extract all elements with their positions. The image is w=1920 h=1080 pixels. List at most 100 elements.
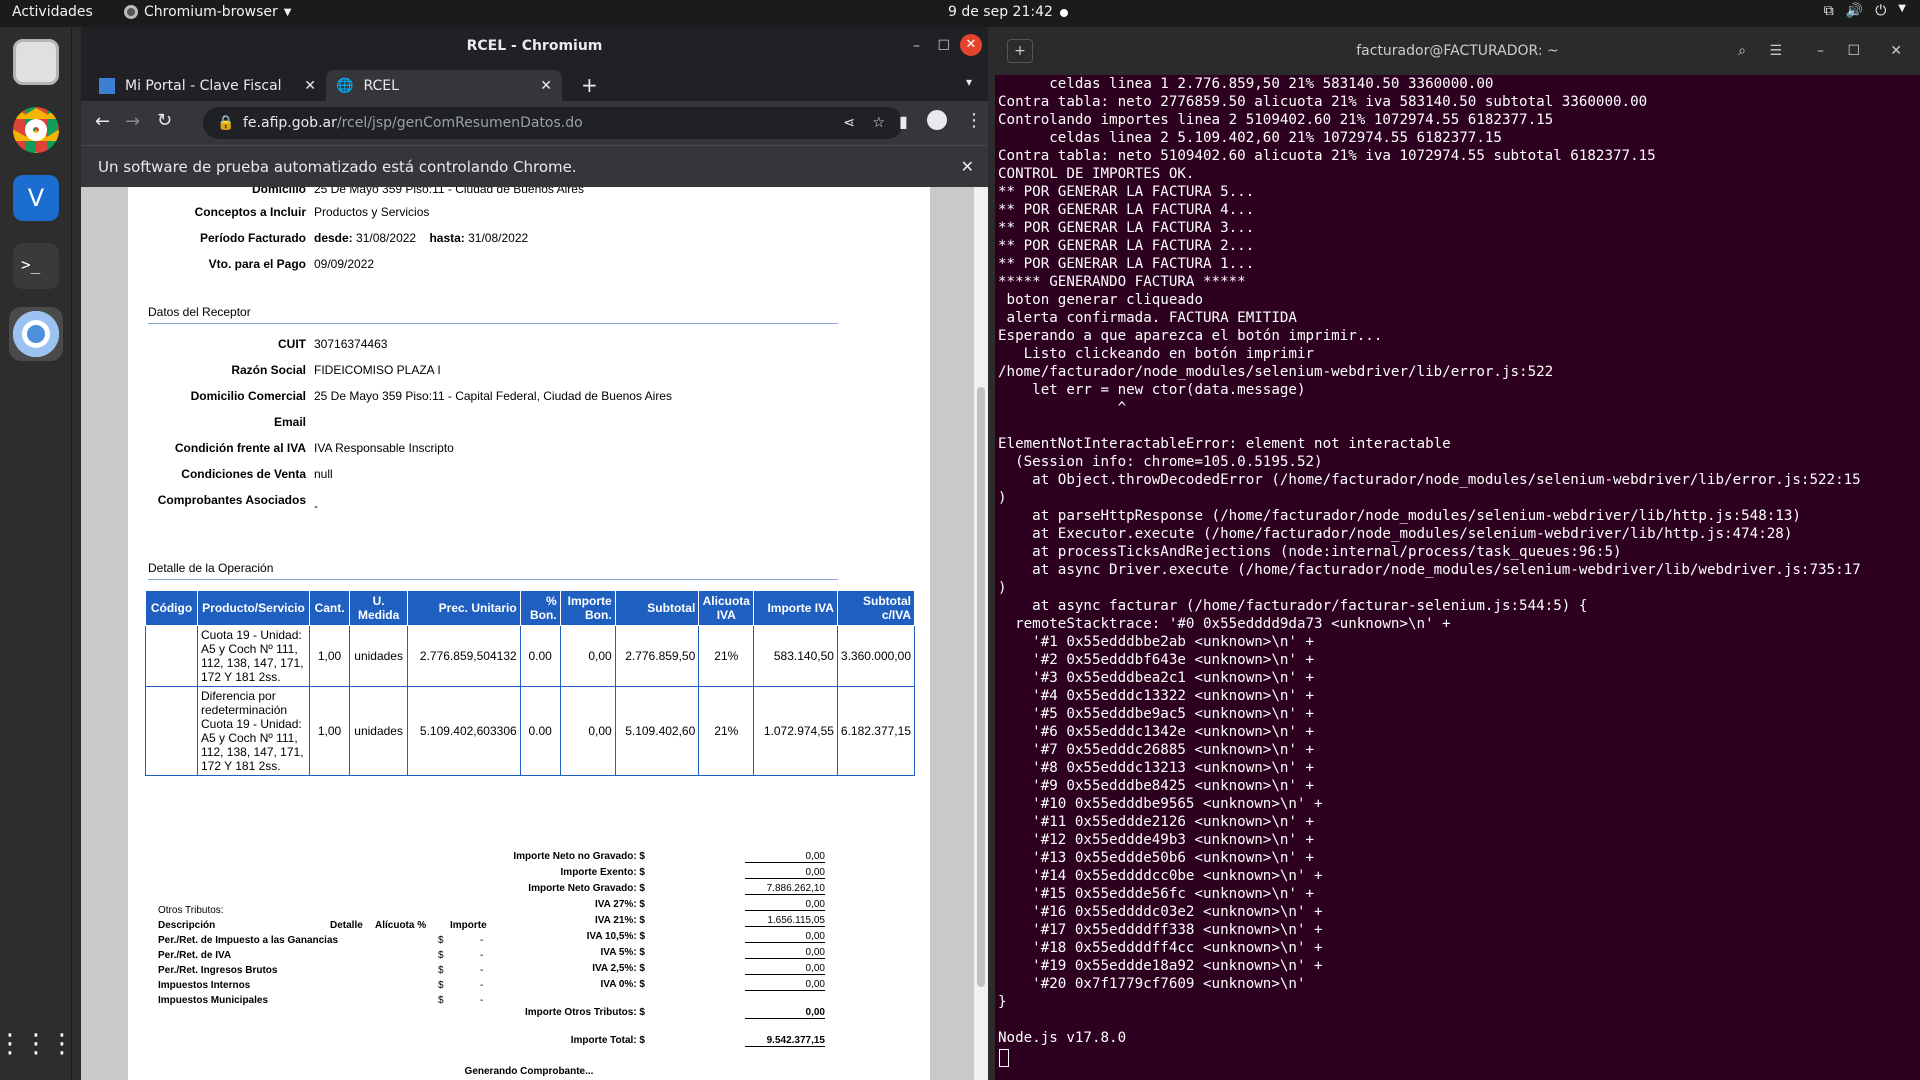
cell-subtotal-iva: 6.182.377,15 xyxy=(836,686,916,776)
reload-button[interactable]: ↻ xyxy=(157,110,172,131)
total-value: 0,00 xyxy=(745,931,825,943)
cell-importe-iva: 583.140,50 xyxy=(753,625,838,687)
otros-row-desc: Impuestos Internos xyxy=(158,980,251,991)
new-tab-button[interactable]: + xyxy=(581,73,598,97)
close-tab-icon[interactable]: ✕ xyxy=(540,78,552,94)
total-value: 0,00 xyxy=(745,867,825,879)
dock-chrome[interactable] xyxy=(9,103,63,157)
grand-total-value: 9.542.377,15 xyxy=(745,1035,825,1047)
back-button[interactable]: ← xyxy=(95,111,110,132)
domicilio-value: 25 De Mayo 359 Piso:11 - Ciudad de Bueno… xyxy=(314,187,584,196)
vertical-scrollbar[interactable] xyxy=(974,187,988,1080)
window-titlebar[interactable]: RCEL - Chromium – ☐ ✕ xyxy=(81,27,988,65)
terminal-titlebar[interactable]: + facturador@FACTURADOR: ~ ⌕ ☰ – ☐ ✕ xyxy=(995,27,1920,75)
close-infobar-button[interactable]: ✕ xyxy=(961,146,974,188)
total-label: Importe Neto Gravado: $ xyxy=(528,883,645,894)
globe-icon: 🌐 xyxy=(336,77,354,94)
otros-row-cur: $ xyxy=(438,935,444,946)
otros-row-val: - xyxy=(480,965,484,976)
scrollbar-thumb[interactable] xyxy=(977,387,985,987)
show-apps-button[interactable]: ⋮⋮⋮ xyxy=(0,1017,75,1071)
otros-row-cur: $ xyxy=(438,950,444,961)
terminal-icon: >_ xyxy=(13,243,59,289)
lock-icon: 🔒 xyxy=(217,115,235,131)
menu-icon[interactable]: ⋮ xyxy=(965,110,983,131)
search-icon[interactable]: ⌕ xyxy=(1738,27,1746,75)
periodo-label: Período Facturado xyxy=(199,231,306,245)
share-icon[interactable]: ⋖ xyxy=(843,107,855,139)
cell-bon: 0.00 xyxy=(519,686,561,776)
chromium-window: RCEL - Chromium – ☐ ✕ Mi Portal - Clave … xyxy=(81,27,988,1080)
terminal-cursor xyxy=(999,1049,1009,1067)
total-label: Importe Exento: $ xyxy=(560,867,645,878)
star-icon[interactable]: ☆ xyxy=(872,107,885,139)
profile-icon[interactable] xyxy=(927,110,947,130)
clock[interactable]: 9 de sep 21:42 xyxy=(948,4,1053,20)
volume-icon: 🔊 xyxy=(1845,3,1864,19)
grand-total-label: Importe Total: $ xyxy=(570,1035,645,1046)
otros-row-cur: $ xyxy=(438,965,444,976)
col-header: Importe IVA xyxy=(753,590,838,626)
cell-alicuota: 21% xyxy=(698,625,755,687)
col-header: Subtotal c/IVA xyxy=(836,590,916,626)
close-button[interactable]: ✕ xyxy=(960,34,982,56)
url-path: /rcel/jsp/genComResumenDatos.do xyxy=(336,115,583,131)
minimize-button[interactable]: – xyxy=(1817,27,1824,75)
cell-medida: unidades xyxy=(349,686,409,776)
tab-search-icon[interactable]: ▾ xyxy=(966,75,972,89)
url-host: fe.afip.gob.ar xyxy=(243,115,337,131)
comprobantes-value: - xyxy=(314,499,318,513)
condiciones-venta-value: null xyxy=(314,467,333,481)
tab-label: Mi Portal - Clave Fiscal xyxy=(125,77,282,94)
address-bar[interactable]: 🔒 fe.afip.gob.ar/rcel/jsp/genComResumenD… xyxy=(203,107,903,139)
otros-col-detalle: Detalle xyxy=(330,920,363,931)
app-menu[interactable]: Chromium-browser ▼ xyxy=(124,4,291,20)
otros-row-val: - xyxy=(480,980,484,991)
col-header: Producto/Servicio xyxy=(197,590,310,626)
close-button[interactable]: ✕ xyxy=(1890,27,1902,75)
desde-value: 31/08/2022 xyxy=(356,231,417,245)
dock-terminal[interactable]: >_ xyxy=(9,239,63,293)
dock-vnc[interactable]: V xyxy=(9,171,63,225)
total-label: IVA 21%: $ xyxy=(594,915,645,926)
section-divider xyxy=(148,323,838,324)
otros-col-importe: Importe xyxy=(450,920,487,931)
comprobantes-label: Comprobantes Asociados xyxy=(157,493,306,507)
system-tray[interactable]: ⧉ 🔊 ⏻ ▼ xyxy=(1824,3,1906,19)
menu-icon[interactable]: ☰ xyxy=(1769,27,1782,75)
minimize-button[interactable]: – xyxy=(913,27,920,65)
cuit-label: CUIT xyxy=(278,337,306,351)
tab-strip: Mi Portal - Clave Fiscal ✕ 🌐 RCEL ✕ + ▾ xyxy=(81,65,988,101)
automation-infobar: Un software de prueba automatizado está … xyxy=(81,145,988,187)
dock-files[interactable] xyxy=(9,35,63,89)
dock-chromium[interactable] xyxy=(9,307,63,361)
section-divider xyxy=(148,579,838,580)
activities-button[interactable]: Actividades xyxy=(12,4,93,20)
otros-title: Otros Tributos: xyxy=(158,905,224,916)
cell-alicuota: 21% xyxy=(698,686,755,776)
tab-mi-portal[interactable]: Mi Portal - Clave Fiscal ✕ xyxy=(89,70,326,101)
vto-value: 09/09/2022 xyxy=(314,257,375,271)
total-label: IVA 5%: $ xyxy=(600,947,645,958)
detalle-title: Detalle de la Operación xyxy=(148,561,274,575)
otros-row-desc: Per./Ret. de Impuesto a las Ganancias xyxy=(158,935,339,946)
cell-subtotal: 5.109.402,60 xyxy=(614,686,700,776)
forward-button[interactable]: → xyxy=(125,111,140,132)
razon-label: Razón Social xyxy=(231,363,306,377)
col-header: Cant. xyxy=(308,590,351,626)
cell-producto: Diferencia por redeterminación Cuota 19 … xyxy=(197,686,310,776)
terminal-output[interactable]: celdas linea 1 2.776.859,50 21% 583140.5… xyxy=(998,75,1861,1047)
maximize-button[interactable]: ☐ xyxy=(937,27,950,65)
new-tab-icon[interactable]: + xyxy=(1007,39,1033,63)
close-tab-icon[interactable]: ✕ xyxy=(304,78,316,94)
cell-bon: 0.00 xyxy=(519,625,561,687)
otros-total-value: 0,00 xyxy=(745,1007,825,1019)
top-bar: Actividades Chromium-browser ▼ 9 de sep … xyxy=(0,0,1920,27)
tab-rcel[interactable]: 🌐 RCEL ✕ xyxy=(326,70,562,101)
cell-subtotal-iva: 3.360.000,00 xyxy=(836,625,916,687)
total-value: 7.886.262,10 xyxy=(745,883,825,895)
vnc-icon: V xyxy=(13,175,59,221)
otros-row-desc: Per./Ret. Ingresos Brutos xyxy=(158,965,278,976)
maximize-button[interactable]: ☐ xyxy=(1847,27,1860,75)
side-panel-icon[interactable]: ▮ xyxy=(899,112,908,131)
